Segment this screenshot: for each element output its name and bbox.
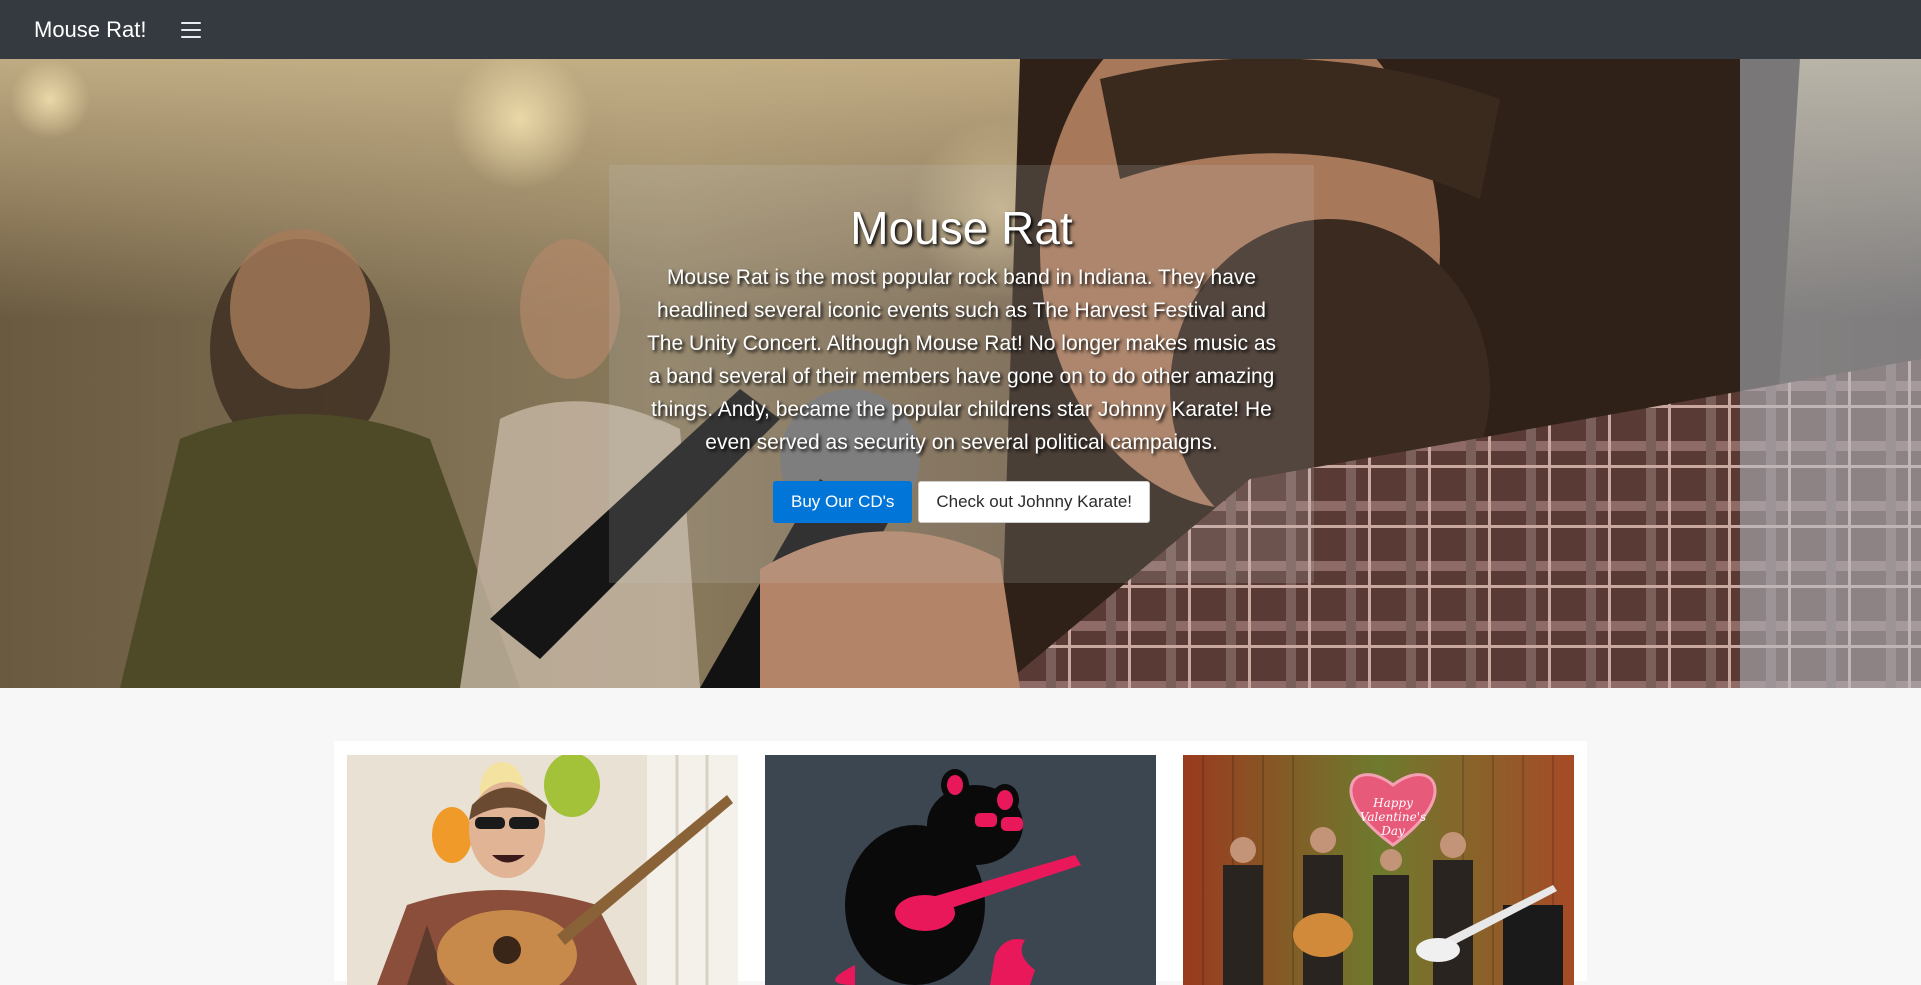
card-mouse-rat-logo[interactable]	[765, 755, 1156, 985]
buy-cds-button[interactable]: Buy Our CD's	[772, 481, 913, 523]
navbar-brand[interactable]: Mouse Rat!	[34, 17, 147, 43]
cards-section: Happy Valentine's Day	[334, 741, 1587, 985]
johnny-karate-button[interactable]: Check out Johnny Karate!	[918, 481, 1150, 523]
top-navbar: Mouse Rat!	[0, 0, 1921, 59]
svg-text:Day: Day	[1380, 824, 1405, 838]
svg-text:Valentine's: Valentine's	[1360, 810, 1426, 824]
valentines-sign-text: Happy	[1372, 796, 1413, 810]
hero-button-group: Buy Our CD's Check out Johnny Karate!	[609, 481, 1314, 523]
card-guitarist-image[interactable]	[347, 755, 738, 985]
hero-description: Mouse Rat is the most popular rock band …	[646, 266, 1277, 454]
hero-section: Mouse Rat Mouse Rat is the most popular …	[0, 59, 1921, 688]
hero-overlay-panel: Mouse Rat Mouse Rat is the most popular …	[609, 165, 1314, 583]
hamburger-menu-icon[interactable]	[179, 20, 203, 40]
card-band-valentines-image[interactable]: Happy Valentine's Day	[1183, 755, 1574, 985]
hero-title: Mouse Rat	[850, 202, 1073, 254]
